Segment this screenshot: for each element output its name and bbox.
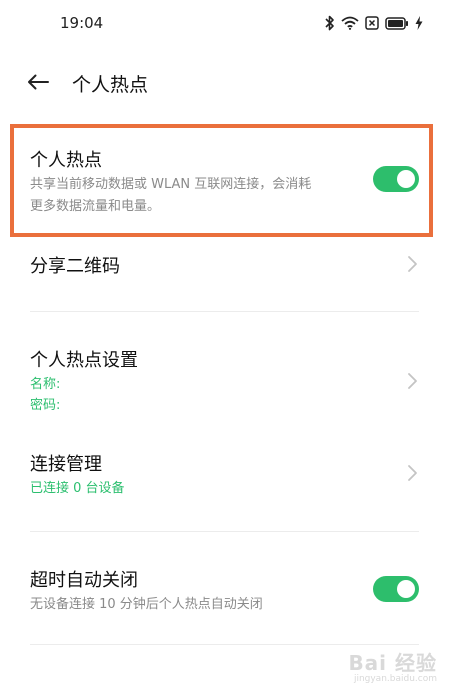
hotspot-toggle[interactable] [373,166,419,192]
back-button[interactable] [22,68,54,100]
status-time: 19:04 [60,14,104,32]
toggle-knob [397,580,415,598]
chevron-right-icon [405,255,419,273]
hotspot-description-line2: 更多数据流量和电量。 [30,199,161,214]
bluetooth-icon [325,15,335,31]
watermark-sub: jingyan.baidu.com [353,674,437,684]
auto-off-row[interactable]: 超时自动关闭 无设备连接 10 分钟后个人热点自动关闭 [0,556,451,626]
hotspot-settings-title: 个人热点设置 [30,350,138,371]
status-icons [325,12,423,34]
auto-off-toggle[interactable] [373,576,419,602]
toggle-knob [397,170,415,188]
share-qr-title: 分享二维码 [30,256,120,277]
baidu-jingyan-watermark: Bai 经验 jingyan.baidu.com [348,647,437,684]
share-qr-row[interactable]: 分享二维码 [0,238,451,310]
hotspot-title: 个人热点 [30,150,102,171]
chevron-right-icon [405,464,419,482]
hotspot-settings-row[interactable]: 个人热点设置 名称: 密码: [0,334,451,426]
page-title: 个人热点 [72,74,149,96]
app-header: 个人热点 [0,62,451,106]
status-bar: 19:04 [0,0,451,46]
hotspot-toggle-row[interactable]: 个人热点 共享当前移动数据或 WLAN 互联网连接，会消耗 更多数据流量和电量。 [0,128,451,234]
hotspot-settings-screen: 19:04 个人热点 个人热点 共享当前移动数据或 WLAN 互联网连接，会消耗… [0,0,451,692]
hotspot-name-label: 名称: [30,377,61,392]
sim-blocked-icon [365,16,379,30]
watermark-main: Bai 经验 [348,651,437,675]
divider [30,531,419,532]
auto-off-description: 无设备连接 10 分钟后个人热点自动关闭 [30,597,263,612]
battery-icon [385,16,409,30]
divider [30,311,419,312]
charging-icon [415,16,423,30]
divider [30,644,419,645]
arrow-left-icon [27,74,49,94]
wifi-icon [341,16,359,30]
hotspot-description-line1: 共享当前移动数据或 WLAN 互联网连接，会消耗 [30,177,312,192]
auto-off-title: 超时自动关闭 [30,570,138,591]
connection-management-row[interactable]: 连接管理 已连接 0 台设备 [0,436,451,514]
chevron-right-icon [405,372,419,390]
hotspot-password-label: 密码: [30,398,61,413]
connection-management-title: 连接管理 [30,454,102,475]
connection-status: 已连接 0 台设备 [30,481,125,496]
